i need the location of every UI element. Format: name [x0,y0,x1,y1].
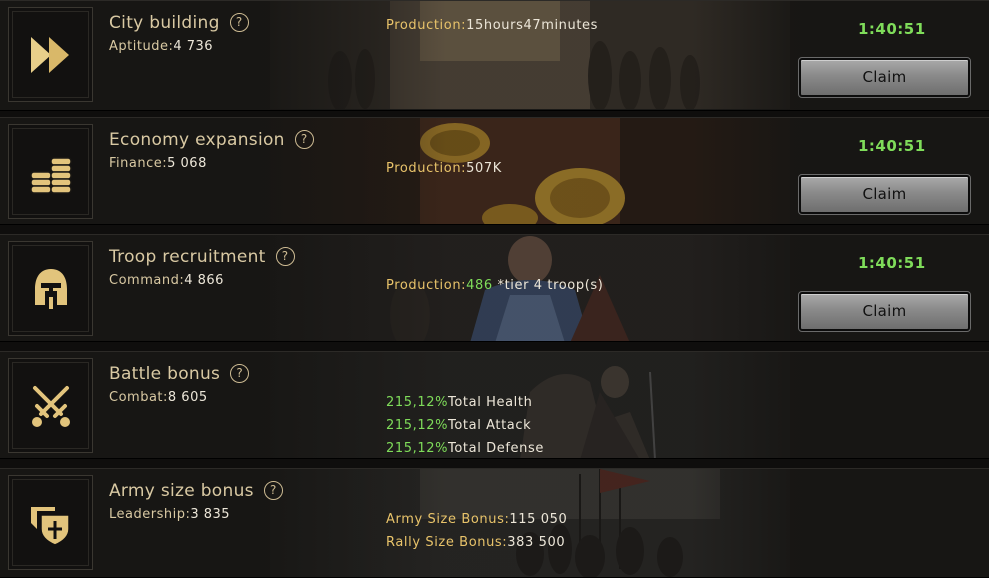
help-icon[interactable]: ? [230,364,250,383]
countdown-timer: 1:40:51 [858,137,926,155]
crossed-swords-icon [31,385,70,427]
claim-button[interactable]: Claim [798,57,971,98]
row-icon-box [8,124,93,219]
banner-shield-icon [30,506,70,546]
countdown-timer: 1:40:51 [858,20,926,38]
row-city-building: City building? Aptitude:4 736 Production… [0,0,989,111]
help-icon[interactable]: ? [294,130,314,149]
claim-button[interactable]: Claim [798,174,971,215]
row-icon-box [8,475,93,570]
bonus-line-health: 215,12%Total Health [386,395,533,410]
rally-size-bonus-text: Rally Size Bonus:383 500 [386,535,566,550]
countdown-timer: 1:40:51 [858,254,926,272]
row-title: City building? [109,13,249,33]
army-size-bonus-text: Army Size Bonus:115 050 [386,512,568,527]
row-title: Troop recruitment? [109,247,295,267]
bonus-line-defense: 215,12%Total Defense [386,441,544,456]
help-icon[interactable]: ? [229,13,249,32]
row-economy-expansion: Economy expansion? Finance:5 068 Product… [0,117,989,225]
row-army-size-bonus: Army size bonus? Leadership:3 835 Army S… [0,468,989,578]
row-stat: Combat:8 605 [109,390,208,405]
row-icon-box [8,241,93,336]
production-text: Production:15hours47minutes [386,18,599,33]
row-stat: Leadership:3 835 [109,507,231,522]
help-icon[interactable]: ? [263,481,283,500]
row-battle-bonus: Battle bonus? Combat:8 605 215,12%Total … [0,351,989,459]
row-stat: Finance:5 068 [109,156,207,171]
row-stat: Aptitude:4 736 [109,39,214,54]
row-title: Army size bonus? [109,481,283,501]
production-text: Production:507K [386,161,502,176]
row-title: Economy expansion? [109,130,314,150]
fast-forward-icon [30,36,69,73]
production-text: Production:486 *tier 4 troop(s) [386,278,604,293]
helmet-icon [34,268,67,309]
row-stat: Command:4 866 [109,273,224,288]
row-troop-recruitment: Troop recruitment? Command:4 866 Product… [0,234,989,342]
claim-button[interactable]: Claim [798,291,971,332]
bonus-line-attack: 215,12%Total Attack [386,418,532,433]
help-icon[interactable]: ? [275,247,295,266]
bonus-list: City building? Aptitude:4 736 Production… [0,0,989,578]
row-icon-box [8,358,93,453]
row-title: Battle bonus? [109,364,250,384]
row-icon-box [8,7,93,102]
coins-icon [29,156,72,194]
